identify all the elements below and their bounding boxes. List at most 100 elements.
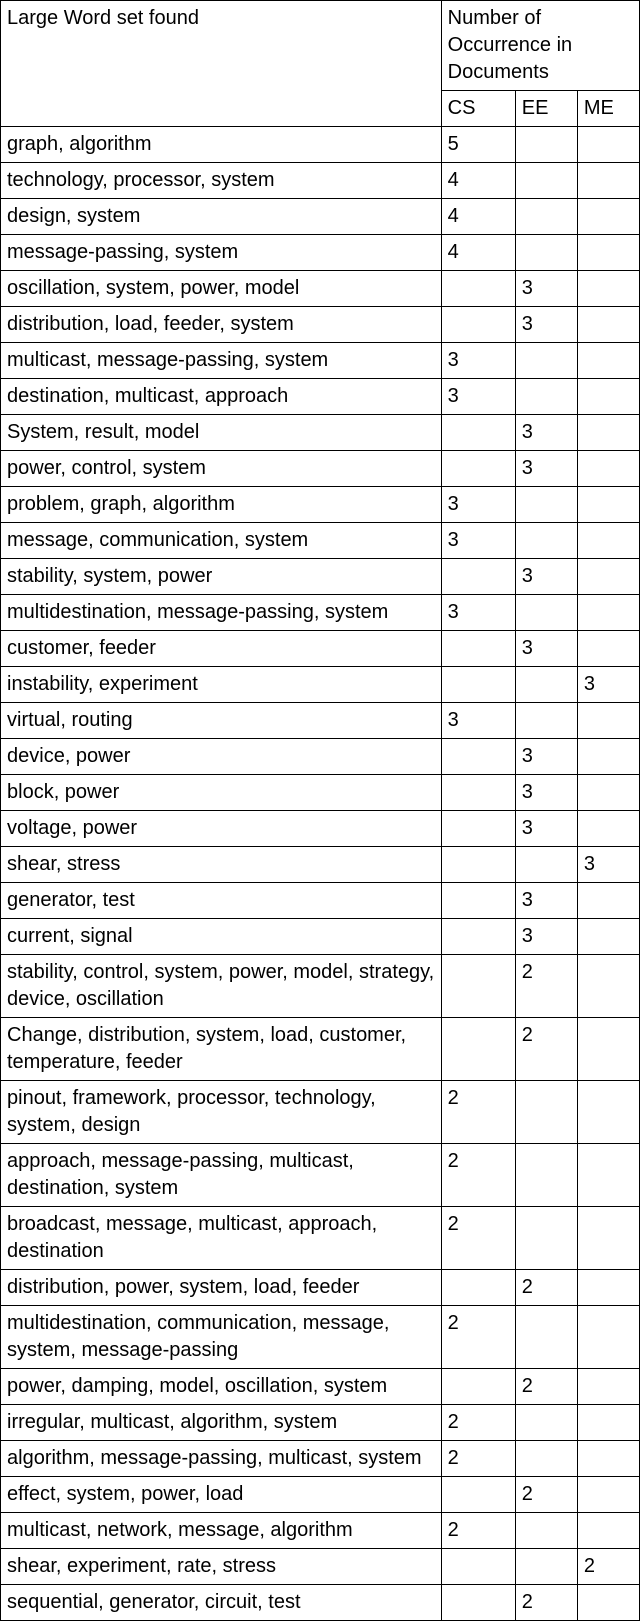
- cs-cell: 5: [441, 127, 515, 163]
- table-row: power, damping, model, oscillation, syst…: [1, 1369, 640, 1405]
- table-row: virtual, routing3: [1, 703, 640, 739]
- wordset-cell: technology, processor, system: [1, 163, 442, 199]
- wordset-cell: oscillation, system, power, model: [1, 271, 442, 307]
- header-cs: CS: [441, 91, 515, 127]
- wordset-cell: power, damping, model, oscillation, syst…: [1, 1369, 442, 1405]
- table-row: message, communication, system3: [1, 523, 640, 559]
- ee-cell: 3: [515, 415, 577, 451]
- ee-cell: [515, 595, 577, 631]
- table-row: pinout, framework, processor, technology…: [1, 1081, 640, 1144]
- wordset-cell: shear, stress: [1, 847, 442, 883]
- wordset-cell: System, result, model: [1, 415, 442, 451]
- me-cell: [577, 1018, 639, 1081]
- cs-cell: 4: [441, 235, 515, 271]
- ee-cell: 3: [515, 919, 577, 955]
- wordset-cell: stability, control, system, power, model…: [1, 955, 442, 1018]
- table-row: problem, graph, algorithm3: [1, 487, 640, 523]
- cs-cell: 2: [441, 1207, 515, 1270]
- ee-cell: [515, 1144, 577, 1207]
- me-cell: [577, 127, 639, 163]
- ee-cell: 2: [515, 1477, 577, 1513]
- wordset-cell: graph, algorithm: [1, 127, 442, 163]
- me-cell: [577, 379, 639, 415]
- me-cell: [577, 1207, 639, 1270]
- table-row: power, control, system3: [1, 451, 640, 487]
- wordset-cell: stability, system, power: [1, 559, 442, 595]
- ee-cell: [515, 1306, 577, 1369]
- table-row: multicast, message-passing, system3: [1, 343, 640, 379]
- table-row: voltage, power3: [1, 811, 640, 847]
- me-cell: [577, 1441, 639, 1477]
- ee-cell: 2: [515, 1369, 577, 1405]
- ee-cell: [515, 523, 577, 559]
- cs-cell: [441, 1270, 515, 1306]
- ee-cell: [515, 1513, 577, 1549]
- ee-cell: [515, 667, 577, 703]
- me-cell: [577, 307, 639, 343]
- wordset-cell: broadcast, message, multicast, approach,…: [1, 1207, 442, 1270]
- table-row: stability, system, power3: [1, 559, 640, 595]
- cs-cell: 3: [441, 487, 515, 523]
- ee-cell: [515, 1441, 577, 1477]
- wordset-cell: Change, distribution, system, load, cust…: [1, 1018, 442, 1081]
- wordset-cell: current, signal: [1, 919, 442, 955]
- wordset-cell: block, power: [1, 775, 442, 811]
- table-row: generator, test3: [1, 883, 640, 919]
- ee-cell: [515, 379, 577, 415]
- table-row: oscillation, system, power, model 3: [1, 271, 640, 307]
- ee-cell: 3: [515, 775, 577, 811]
- cs-cell: 3: [441, 703, 515, 739]
- me-cell: [577, 1585, 639, 1621]
- me-cell: 3: [577, 667, 639, 703]
- header-occurrence: Number of Occurrence in Documents: [441, 1, 639, 91]
- wordset-cell: design, system: [1, 199, 442, 235]
- cs-cell: [441, 559, 515, 595]
- cs-cell: [441, 1018, 515, 1081]
- cs-cell: [441, 739, 515, 775]
- wordset-cell: pinout, framework, processor, technology…: [1, 1081, 442, 1144]
- ee-cell: [515, 487, 577, 523]
- me-cell: [577, 559, 639, 595]
- cs-cell: [441, 919, 515, 955]
- wordset-cell: sequential, generator, circuit, test: [1, 1585, 442, 1621]
- cs-cell: [441, 307, 515, 343]
- cs-cell: [441, 1549, 515, 1585]
- ee-cell: 3: [515, 811, 577, 847]
- me-cell: [577, 811, 639, 847]
- wordset-cell: multicast, message-passing, system: [1, 343, 442, 379]
- ee-cell: 2: [515, 1270, 577, 1306]
- ee-cell: 2: [515, 955, 577, 1018]
- cs-cell: 3: [441, 379, 515, 415]
- table-row: graph, algorithm5: [1, 127, 640, 163]
- table-row: effect, system, power, load2: [1, 1477, 640, 1513]
- me-cell: [577, 163, 639, 199]
- table-row: stability, control, system, power, model…: [1, 955, 640, 1018]
- me-cell: 3: [577, 847, 639, 883]
- table-row: broadcast, message, multicast, approach,…: [1, 1207, 640, 1270]
- me-cell: [577, 487, 639, 523]
- me-cell: [577, 1369, 639, 1405]
- cs-cell: 4: [441, 163, 515, 199]
- cs-cell: [441, 1585, 515, 1621]
- cs-cell: [441, 451, 515, 487]
- cs-cell: 2: [441, 1081, 515, 1144]
- me-cell: [577, 595, 639, 631]
- ee-cell: 3: [515, 883, 577, 919]
- wordset-cell: problem, graph, algorithm: [1, 487, 442, 523]
- me-cell: [577, 1513, 639, 1549]
- ee-cell: 2: [515, 1585, 577, 1621]
- wordset-cell: instability, experiment: [1, 667, 442, 703]
- wordset-cell: shear, experiment, rate, stress: [1, 1549, 442, 1585]
- ee-cell: [515, 1207, 577, 1270]
- header-wordset: Large Word set found: [1, 1, 442, 127]
- table-row: approach, message-passing, multicast, de…: [1, 1144, 640, 1207]
- wordset-cell: distribution, load, feeder, system: [1, 307, 442, 343]
- ee-cell: 3: [515, 271, 577, 307]
- cs-cell: [441, 1369, 515, 1405]
- ee-cell: [515, 343, 577, 379]
- table-row: destination, multicast, approach3: [1, 379, 640, 415]
- cs-cell: [441, 631, 515, 667]
- me-cell: [577, 775, 639, 811]
- wordset-cell: virtual, routing: [1, 703, 442, 739]
- cs-cell: 3: [441, 523, 515, 559]
